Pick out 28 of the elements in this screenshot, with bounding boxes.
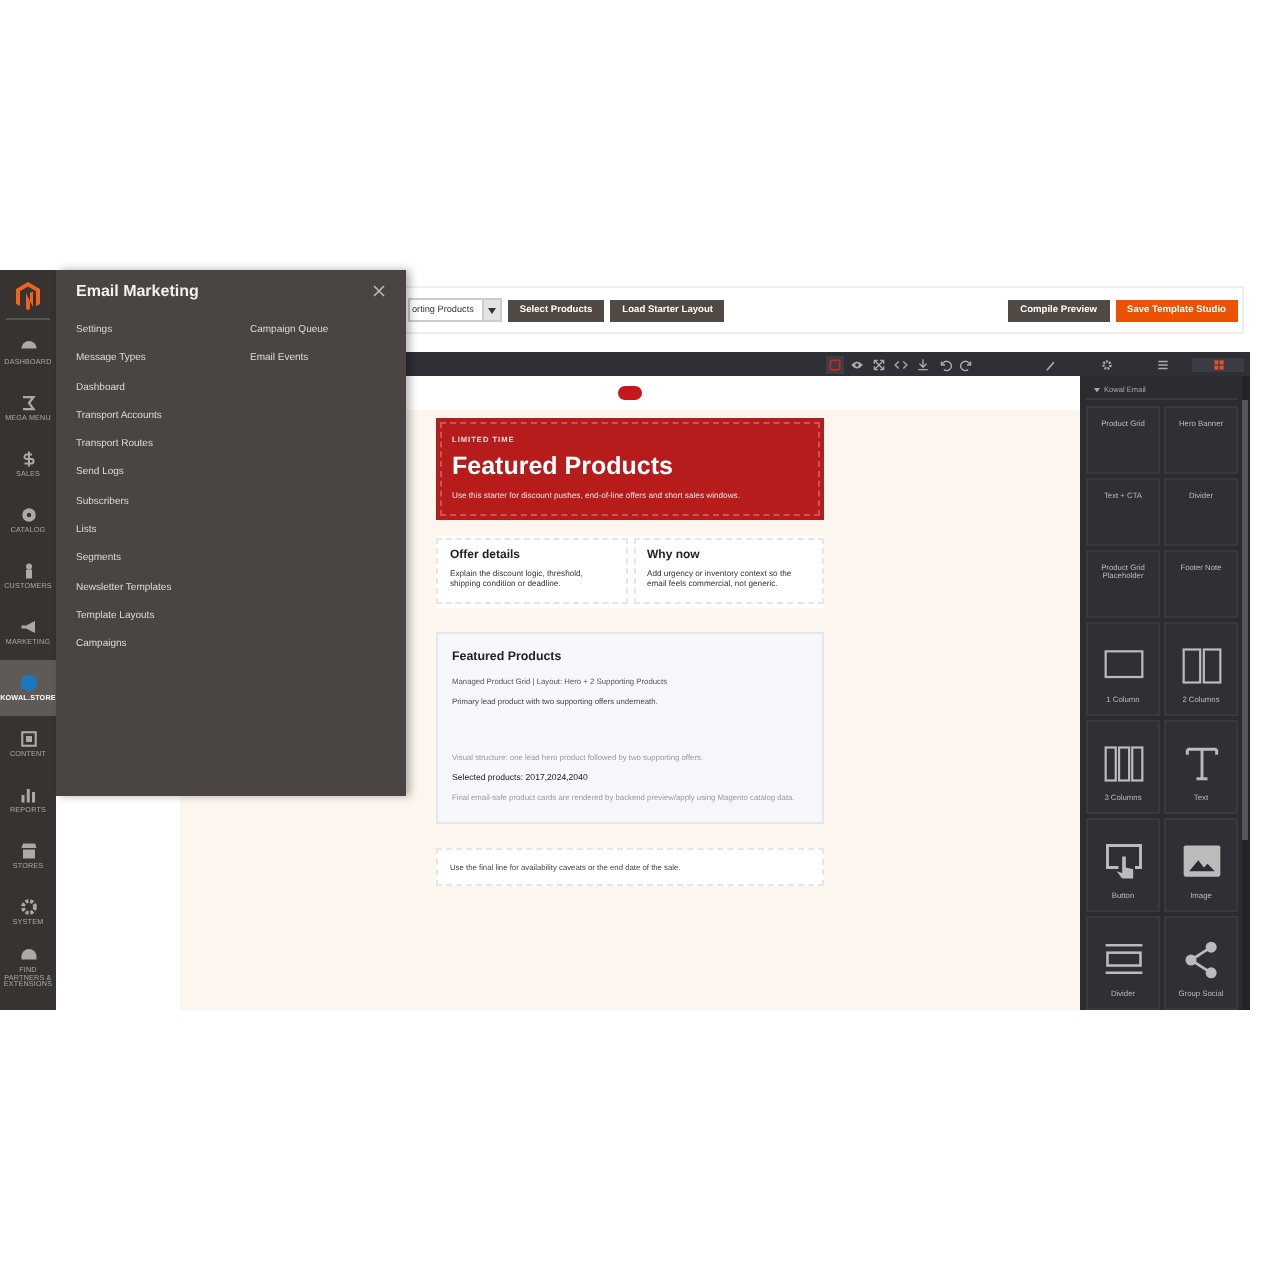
brush-icon[interactable] [1043, 357, 1057, 371]
cube-icon [19, 505, 37, 524]
circle-icon [19, 673, 37, 692]
settings-icon[interactable] [1099, 357, 1113, 371]
gear-icon [19, 897, 37, 916]
hero-title: Featured Products [452, 452, 675, 480]
columns-icon [1179, 643, 1223, 688]
bar-chart-icon [19, 785, 37, 804]
storefront-icon [19, 841, 37, 860]
expand-icon[interactable] [872, 357, 886, 371]
caret-icon [1094, 387, 1100, 393]
dollar-icon [19, 449, 37, 468]
undo-icon[interactable] [938, 357, 952, 371]
download-icon[interactable] [916, 357, 930, 371]
badge-icon [618, 386, 642, 400]
scrollbar[interactable] [1242, 400, 1248, 840]
close-icon[interactable] [372, 284, 386, 298]
grid-icon[interactable] [1211, 357, 1225, 371]
caret-icon [487, 307, 496, 313]
logo-icon[interactable] [16, 282, 40, 310]
code-icon[interactable] [894, 357, 908, 371]
megaphone-icon [19, 617, 37, 636]
columns-icon [1101, 741, 1145, 786]
eye-icon[interactable] [850, 357, 864, 371]
redo-icon[interactable] [960, 357, 974, 371]
pointer-icon [1101, 839, 1145, 884]
layout-icon [19, 729, 37, 748]
menu-title: Email Marketing [76, 282, 199, 300]
